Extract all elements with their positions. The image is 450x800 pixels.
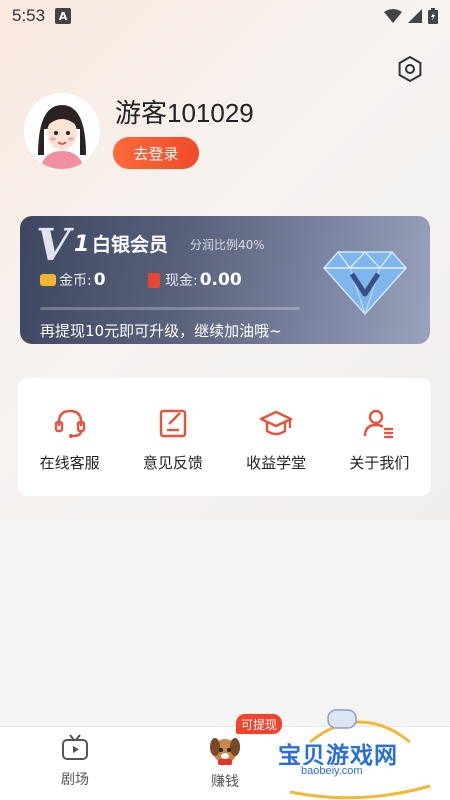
red-envelope-icon	[148, 272, 160, 288]
app-notification-icon: A	[55, 8, 72, 24]
dog-icon	[210, 738, 240, 765]
login-button[interactable]: 去登录	[113, 137, 199, 169]
graduation-cap-icon	[259, 410, 293, 436]
battery-icon	[428, 8, 438, 24]
feedback-icon	[159, 409, 187, 438]
nav-item-theater[interactable]: 剧场	[35, 733, 115, 789]
coin-icon	[40, 274, 56, 286]
menu-label: 关于我们	[349, 454, 410, 472]
tv-icon	[62, 734, 88, 760]
nav-label: 赚钱	[211, 774, 239, 790]
status-bar: 5:53 A	[0, 0, 450, 32]
headset-icon	[54, 409, 85, 438]
nav-label: 剧场	[61, 772, 89, 788]
menu-label: 意见反馈	[142, 454, 203, 472]
diamond-icon	[322, 251, 408, 316]
cash-value: 0.00	[199, 270, 242, 290]
vip-ratio: 分润比例40%	[190, 238, 265, 252]
watermark-logo: 宝贝游戏网 baobeiy.com	[270, 706, 450, 800]
coins-row: 金币: 0	[40, 270, 106, 290]
vip-name: 白银会员	[92, 234, 169, 256]
vip-level: 1	[74, 232, 90, 257]
upgrade-tip: 再提现10元即可升级，继续加油哦~	[40, 322, 282, 340]
about-user-icon	[364, 409, 394, 439]
menu-item-online-service[interactable]: 在线客服	[18, 378, 121, 496]
vip-card[interactable]: V 1 白银会员 分润比例40% 金币: 0 现金: 0.00 再提现10元即可…	[20, 216, 430, 344]
nav-item-earn[interactable]: 赚钱	[185, 733, 265, 791]
status-time: 5:53	[12, 6, 46, 25]
signal-icon	[408, 9, 422, 23]
username: 游客101029	[115, 98, 254, 128]
status-indicators	[384, 8, 438, 24]
girl-avatar-icon	[24, 93, 100, 169]
menu-label: 收益学堂	[246, 454, 307, 472]
watermark-url: baobeiy.com	[298, 765, 366, 777]
coins-value: 0	[93, 270, 106, 290]
upgrade-progress-bar	[40, 307, 300, 310]
coins-label: 金币:	[59, 273, 92, 289]
menu-item-about-us[interactable]: 关于我们	[328, 378, 431, 496]
settings-gear-icon[interactable]	[396, 55, 424, 83]
menu-item-income-school[interactable]: 收益学堂	[225, 378, 328, 496]
menu-item-feedback[interactable]: 意见反馈	[121, 378, 224, 496]
avatar[interactable]	[24, 93, 100, 169]
cash-row: 现金: 0.00	[148, 270, 242, 290]
menu-label: 在线客服	[39, 454, 100, 472]
wifi-icon	[384, 9, 402, 23]
cash-label: 现金:	[165, 273, 198, 289]
vip-badge-v: V	[36, 220, 71, 271]
service-menu: 在线客服 意见反馈 收益学堂 关于我们	[18, 378, 431, 496]
